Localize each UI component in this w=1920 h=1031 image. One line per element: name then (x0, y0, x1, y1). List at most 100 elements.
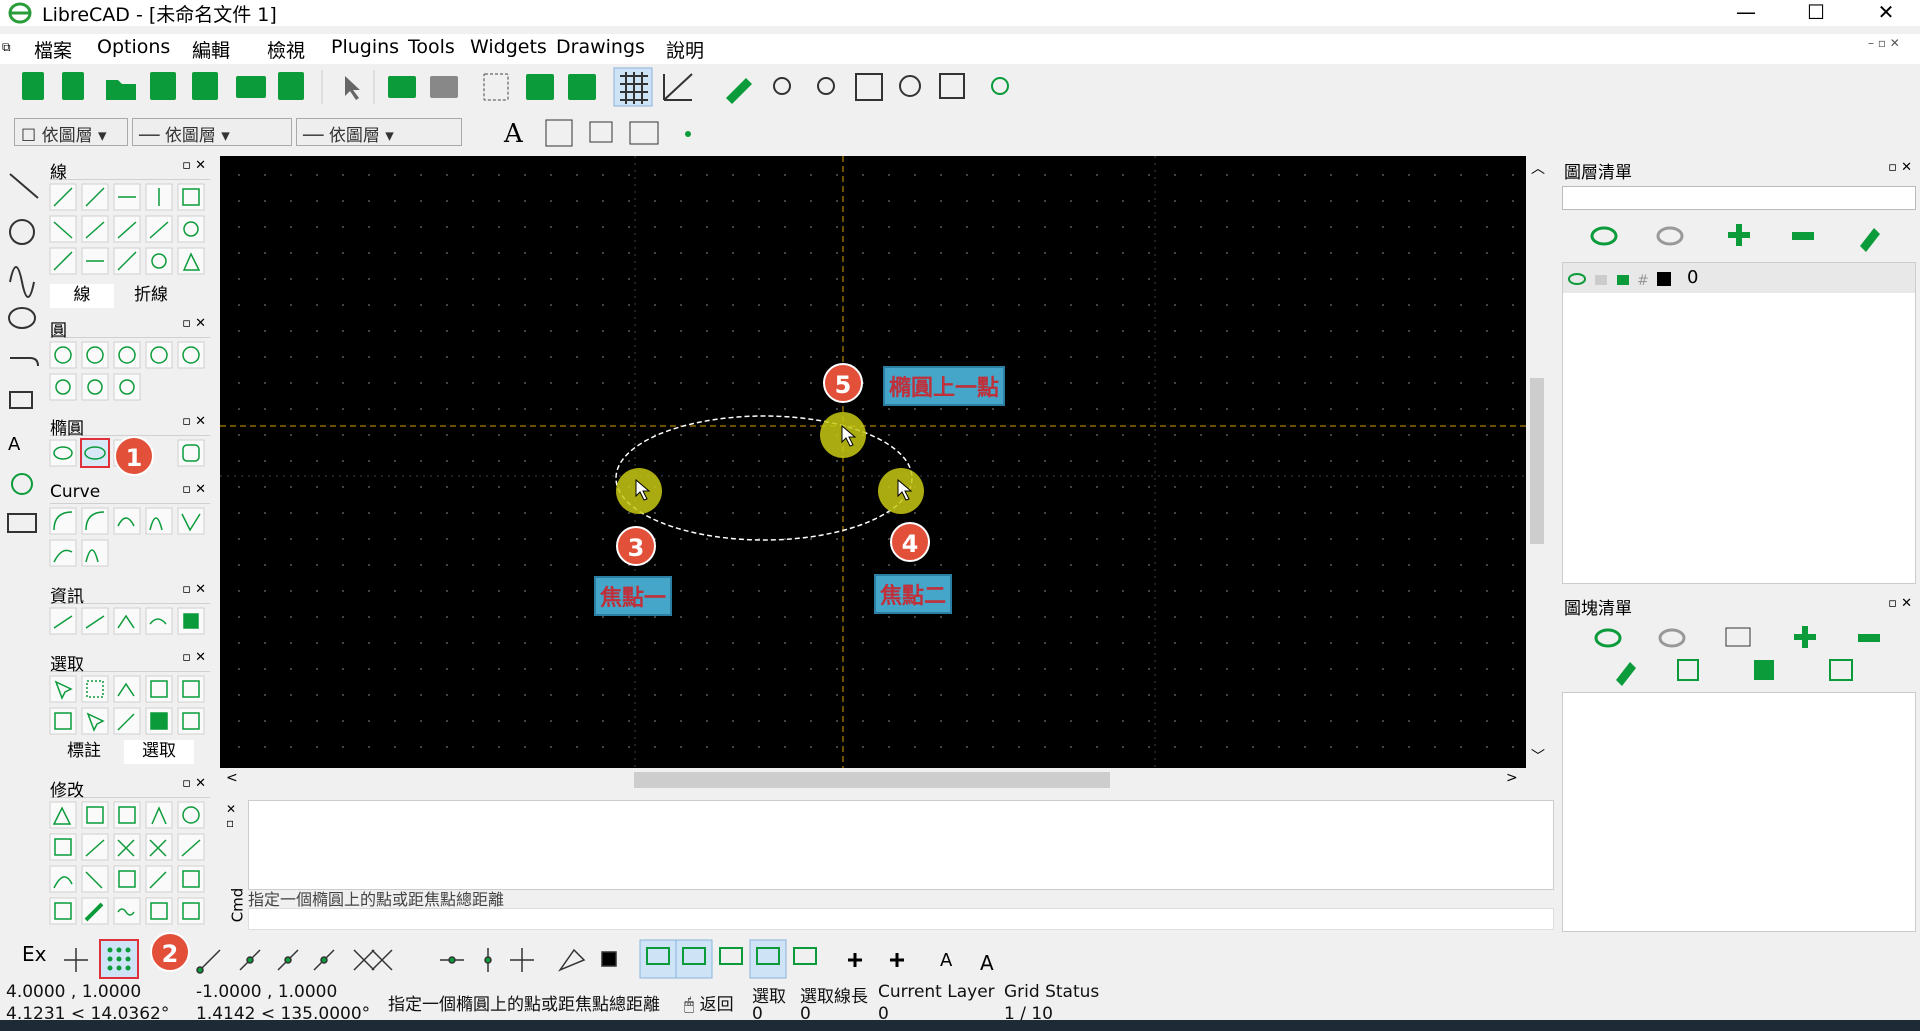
scroll-left-icon[interactable]: < (226, 770, 238, 786)
horizontal-scrollbar[interactable]: < > (220, 768, 1526, 792)
group-float-close-icon[interactable]: ▫ ✕ (182, 482, 206, 497)
layer-construction-icon: # (1637, 273, 1649, 289)
block-toolbar (1594, 626, 1880, 686)
tab-line[interactable]: 線 (50, 284, 114, 308)
menu-plugins[interactable]: Plugins (331, 36, 399, 58)
layer-list-panel: 圖層清單 ▫ ✕ # 0 (1560, 156, 1918, 586)
edit-block-inplace-icon (1677, 659, 1699, 681)
menu-widgets[interactable]: Widgets (470, 36, 547, 58)
open-folder-icon (106, 80, 136, 100)
cut-icon (483, 73, 509, 101)
hatch-tool-icon (545, 119, 573, 147)
cursor-arrow-icon (841, 424, 857, 447)
command-input[interactable] (248, 908, 1554, 930)
linetype-combo-value: 依圖層 (164, 126, 216, 146)
create-block-icon (1725, 627, 1751, 647)
hide-all-layers-icon (1656, 226, 1684, 246)
layer-visible-icon (1568, 273, 1586, 285)
horizontal-scroll-thumb[interactable] (634, 772, 1110, 788)
main-toolbar (0, 64, 1920, 110)
color-combo-value: 依圖層 (41, 126, 93, 146)
layer-search-input[interactable] (1562, 186, 1916, 210)
exclusive-snap-button[interactable]: Ex (22, 942, 46, 966)
lock-relative-zero-icon (601, 951, 617, 967)
tab-select[interactable]: 選取 (124, 740, 194, 764)
add-layer-icon (1728, 224, 1750, 246)
dock-close-icon[interactable]: ✕ ▫ (226, 802, 236, 830)
callout-1: 1 (114, 436, 154, 476)
command-history[interactable] (248, 800, 1554, 890)
layer-color-swatch (1657, 272, 1671, 286)
close-button[interactable]: ✕ (1856, 0, 1916, 26)
grid-status-label: Grid Status (1004, 982, 1100, 1002)
drawing-canvas[interactable]: 5 橢圓上一點 3 4 焦點一 焦點二 (220, 156, 1526, 768)
tag-focus-2: 焦點二 (874, 574, 953, 614)
image-tool-icon (589, 121, 613, 143)
select-category-icon (9, 391, 33, 409)
menu-help[interactable]: 說明 (666, 36, 704, 63)
scroll-up-icon[interactable]: ︿ (1531, 158, 1545, 178)
librecad-logo-icon (8, 2, 32, 24)
paste-icon (568, 74, 596, 100)
view-pen-icon (793, 947, 817, 965)
os-taskbar-edge (0, 1020, 1920, 1031)
menu-options[interactable]: Options (97, 36, 170, 58)
system-menu-icon[interactable]: ⧉ (2, 40, 11, 55)
zoom-out-icon (817, 77, 835, 95)
menu-tools[interactable]: Tools (408, 36, 455, 58)
scroll-down-icon[interactable]: ﹀ (1531, 746, 1545, 766)
menu-drawings[interactable]: Drawings (556, 36, 645, 58)
entity-toolbar-icons: A (503, 119, 691, 149)
group-float-close-icon[interactable]: ▫ ✕ (182, 650, 206, 665)
select-tools (49, 675, 205, 735)
vertical-scrollbar[interactable]: ︿ ﹀ (1526, 156, 1548, 768)
panel-float-close-icon[interactable]: ▫ ✕ (1888, 596, 1912, 611)
mdi-controls-icon[interactable]: – ▫ ✕ (1868, 36, 1900, 50)
block-list (1562, 692, 1916, 932)
scroll-right-icon[interactable]: > (1506, 770, 1518, 786)
group-float-close-icon[interactable]: ▫ ✕ (182, 158, 206, 173)
new-file-icon (22, 72, 44, 100)
group-float-close-icon[interactable]: ▫ ✕ (182, 776, 206, 791)
group-float-close-icon[interactable]: ▫ ✕ (182, 582, 206, 597)
color-combo[interactable]: ☐ 依圖層 ▾ (14, 118, 128, 146)
preview-ellipse (615, 415, 913, 541)
dimension-category-icon: A (8, 434, 21, 455)
save-block-icon (1754, 660, 1774, 680)
tab-dimension-label: 標註 (67, 741, 101, 761)
tag-point-on-ellipse: 橢圓上一點 (883, 366, 1006, 406)
modify-category-icon (11, 473, 33, 495)
snap-endpoint-icon (199, 949, 221, 971)
insert-block-icon (1829, 659, 1853, 681)
new-template-icon (62, 72, 84, 100)
select-group-header: 選取 ▫ ✕ (50, 650, 210, 675)
absolute-coordinates: 4.0000 , 1.0000 (6, 982, 142, 1002)
zoom-window-icon (939, 73, 965, 99)
linewidth-combo[interactable]: ── 依圖層 ▾ (296, 118, 462, 146)
drawing-entities (220, 156, 1526, 768)
line-group-header: 線 ▫ ✕ (50, 158, 210, 183)
copy-icon (526, 74, 554, 100)
menu-view[interactable]: 檢視 (267, 36, 305, 63)
relative-zero-icon (557, 948, 586, 972)
tab-polyline[interactable]: 折線 (116, 284, 186, 308)
group-float-close-icon[interactable]: ▫ ✕ (182, 414, 206, 429)
select-group-title: 選取 (50, 655, 84, 675)
layer-row[interactable]: # 0 (1563, 263, 1915, 293)
show-all-blocks-icon (1594, 628, 1622, 648)
text-height-icon: A (980, 951, 994, 975)
vertical-scroll-thumb[interactable] (1530, 378, 1544, 544)
add-block-snap-icon (890, 953, 904, 967)
minimize-button[interactable]: — (1716, 0, 1776, 26)
print-preview-icon (278, 72, 304, 100)
curve-tools (49, 507, 205, 567)
linetype-combo[interactable]: ── 依圖層 ▾ (132, 118, 292, 146)
maximize-button[interactable]: ☐ (1786, 0, 1846, 26)
menu-edit[interactable]: 編輯 (192, 36, 230, 63)
panel-float-close-icon[interactable]: ▫ ✕ (1888, 160, 1912, 175)
relative-coordinates: -1.0000 , 1.0000 (196, 982, 338, 1002)
tab-dimension[interactable]: 標註 (50, 740, 118, 764)
menu-file[interactable]: 檔案 (34, 36, 72, 63)
category-icons: A (7, 173, 39, 533)
group-float-close-icon[interactable]: ▫ ✕ (182, 316, 206, 331)
